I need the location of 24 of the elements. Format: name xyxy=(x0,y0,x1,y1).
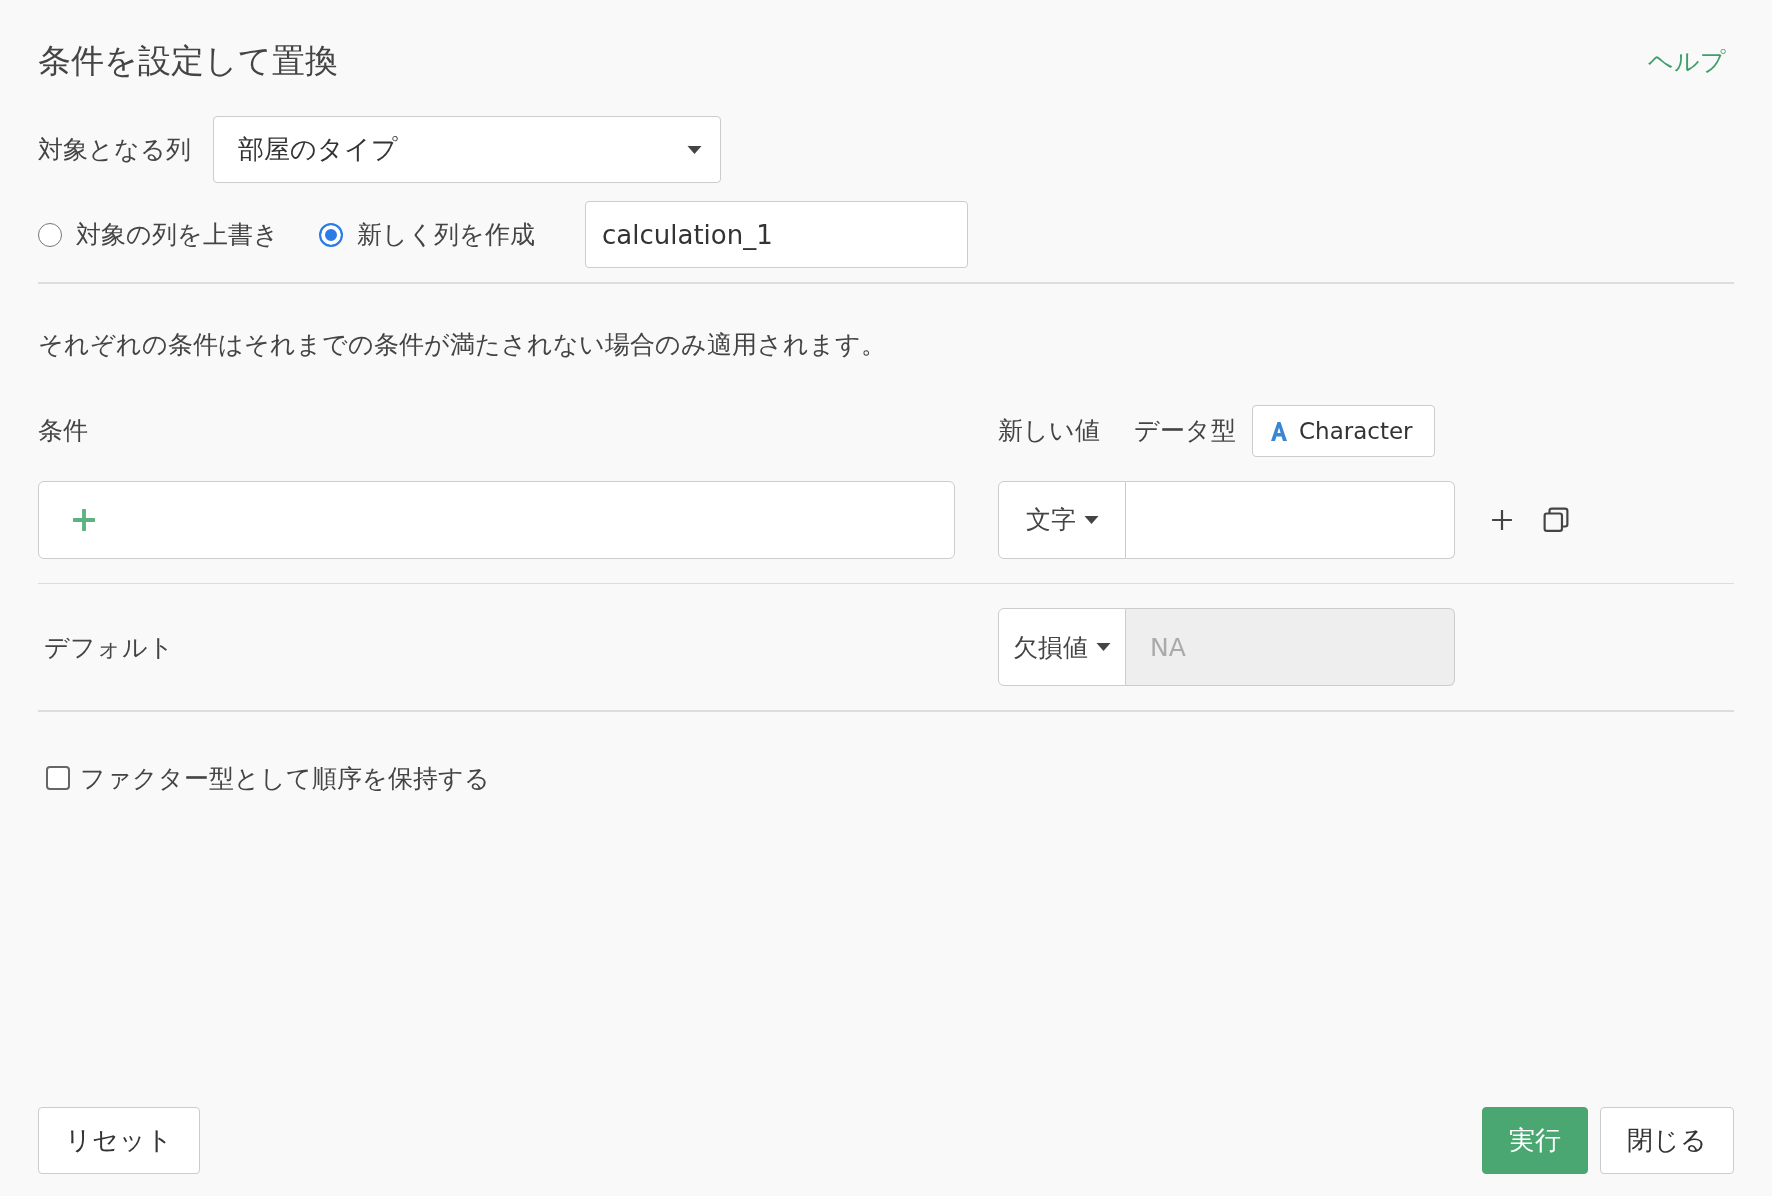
default-label: デフォルト xyxy=(44,631,174,664)
column-header: 新しい値 xyxy=(998,415,1100,447)
column-select[interactable]: 部屋のタイプ xyxy=(213,116,721,183)
radio-option[interactable]: 対象の列を上書き xyxy=(38,218,279,251)
dialog-title: 条件を設定して置換 xyxy=(38,39,338,82)
column-name-field[interactable]: calculation_1 xyxy=(585,201,968,268)
add-icon[interactable] xyxy=(1491,508,1513,531)
data-type-button[interactable]: Character xyxy=(1252,404,1435,457)
checkbox-option[interactable]: ファクター型として順序を保持する xyxy=(46,761,1734,795)
column-header: 条件 xyxy=(38,415,88,447)
condition-box[interactable] xyxy=(38,480,955,559)
reset-button[interactable]: リセット xyxy=(38,1107,200,1174)
value-type-dropdown[interactable]: 文字 xyxy=(998,480,1126,559)
field-label: 対象となる列 xyxy=(38,134,191,166)
radio-option[interactable]: 新しく列を作成 xyxy=(319,218,535,251)
note-text: それぞれの条件はそれまでの条件が満たされない場合のみ適用されます。 xyxy=(38,328,887,361)
field-label: データ型 xyxy=(1134,415,1236,447)
caret-icon xyxy=(687,145,702,154)
close-button[interactable]: 閉じる xyxy=(1600,1107,1734,1174)
value-field[interactable] xyxy=(1126,480,1455,559)
caret-icon xyxy=(1096,643,1111,651)
letter-a-icon xyxy=(1269,419,1289,442)
copy-icon[interactable] xyxy=(1543,506,1569,533)
caret-icon xyxy=(1083,515,1099,524)
